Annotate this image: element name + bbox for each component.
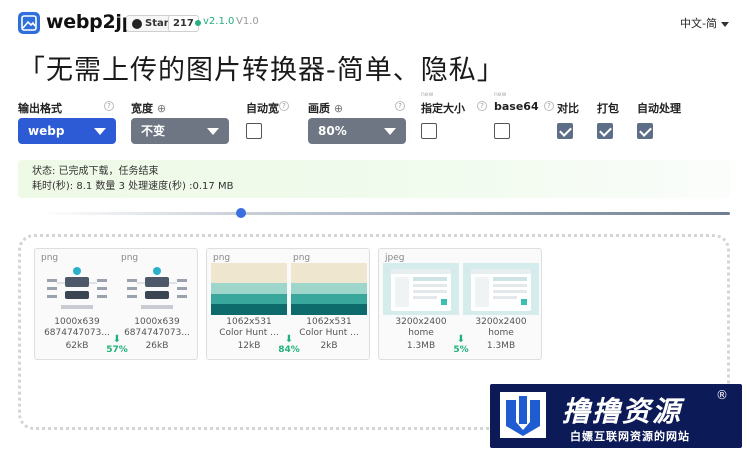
format-label: jpeg <box>385 253 405 263</box>
language-label: 中文-简 <box>680 17 717 30</box>
pack-label: 打包 <box>597 102 619 115</box>
compression-percent: 5% <box>453 345 469 355</box>
result-card[interactable]: png 1000x639 6874747073... 62kB png 1000… <box>34 248 198 360</box>
auto-process-checkbox[interactable] <box>637 123 653 139</box>
download-arrow-icon: ⬇ <box>112 334 122 345</box>
plus-circle-icon[interactable]: ⊕ <box>334 102 343 115</box>
watermark-banner: 撸撸资源 ® 白嫖互联网资源的网站 <box>490 384 742 448</box>
chevron-down-icon <box>94 128 106 135</box>
output-format-select[interactable]: webp <box>18 118 116 144</box>
compression-percent: 57% <box>106 345 128 355</box>
help-icon[interactable]: ? <box>395 101 405 111</box>
result-card[interactable]: png 1062x531 Color Hunt ... 12kB png 106… <box>206 248 370 360</box>
chevron-down-icon <box>384 128 396 135</box>
width-value: 不变 <box>141 124 166 138</box>
base64-checkbox[interactable] <box>494 123 510 139</box>
pack-checkbox[interactable] <box>597 123 613 139</box>
quality-label: 画质 ⊕ <box>308 102 344 115</box>
format-label: png <box>121 253 139 263</box>
compare-label: 对比 <box>557 102 579 115</box>
image-dimensions: 3200x2400 <box>395 317 447 327</box>
target-size-checkbox[interactable] <box>421 123 437 139</box>
plus-circle-icon[interactable]: ⊕ <box>157 102 166 115</box>
help-icon[interactable]: ? <box>104 101 114 111</box>
auto-width-checkbox[interactable] <box>246 123 262 139</box>
compression-ratio[interactable]: ⬇ 84% <box>272 334 306 356</box>
compare-slider-thumb[interactable] <box>236 208 246 218</box>
help-icon[interactable]: ? <box>477 101 487 111</box>
target-size-label: 指定大小 <box>421 102 465 115</box>
watermark-title: 撸撸资源 <box>562 395 683 428</box>
version-status-dot <box>195 20 201 26</box>
image-thumbnail[interactable] <box>291 263 367 315</box>
github-icon <box>132 18 142 29</box>
new-badge: new <box>421 91 434 98</box>
image-dimensions: 1062x531 <box>226 317 272 327</box>
auto-width-label: 自动宽 <box>246 102 279 115</box>
base64-label: base64 <box>494 100 539 113</box>
image-thumbnail[interactable] <box>211 263 287 315</box>
quality-value: 80% <box>318 124 347 138</box>
help-icon[interactable]: ? <box>544 101 554 111</box>
timing-line: 耗时(秒): 8.1 数量 3 处理速度(秒) :0.17 MB <box>32 181 234 192</box>
image-thumbnail[interactable] <box>119 263 195 315</box>
watermark-logo-icon <box>500 392 546 438</box>
format-label: png <box>213 253 231 263</box>
result-card[interactable]: jpeg 3200x2400 home 1.3MB 3200x2400 home… <box>378 248 542 360</box>
image-thumbnail[interactable] <box>383 263 459 315</box>
version-current-link[interactable]: V1.0 <box>236 16 259 27</box>
compare-checkbox[interactable] <box>557 123 573 139</box>
app-header: webp2jpg Star 217 v2.1.0 V1.0 中文-简 <box>0 0 750 44</box>
format-label: png <box>41 253 59 263</box>
image-dimensions: 1000x639 <box>54 317 100 327</box>
chevron-down-icon <box>720 21 729 27</box>
compression-ratio[interactable]: ⬇ 5% <box>444 334 478 356</box>
quality-select[interactable]: 80% <box>308 118 406 144</box>
watermark-subtitle: 白嫖互联网资源的网站 <box>570 430 690 443</box>
width-select[interactable]: 不变 <box>131 118 229 144</box>
download-arrow-icon: ⬇ <box>284 334 294 345</box>
webp2jpg-logo-icon[interactable] <box>18 12 40 34</box>
status-panel: 状态: 已完成下载，任务结束 耗时(秒): 8.1 数量 3 处理速度(秒) :… <box>18 160 730 198</box>
output-format-value: webp <box>28 124 65 138</box>
compare-slider-track[interactable] <box>40 212 730 215</box>
version-new-link[interactable]: v2.1.0 <box>203 16 234 27</box>
image-thumbnail[interactable] <box>463 263 539 315</box>
format-label: png <box>293 253 311 263</box>
compression-percent: 84% <box>278 345 300 355</box>
language-select[interactable]: 中文-简 <box>680 15 729 31</box>
github-star-label: Star <box>145 18 169 29</box>
image-dimensions: 3200x2400 <box>475 317 527 327</box>
help-icon[interactable]: ? <box>279 101 289 111</box>
new-badge: new <box>494 91 507 98</box>
image-dimensions: 1000x639 <box>134 317 180 327</box>
registered-mark: ® <box>716 388 728 402</box>
page-tagline: 「无需上传的图片转换器-简单、隐私」 <box>18 55 505 86</box>
image-thumbnail[interactable] <box>39 263 115 315</box>
output-format-label: 输出格式 <box>18 102 62 115</box>
download-arrow-icon: ⬇ <box>456 334 466 345</box>
image-dimensions: 1062x531 <box>306 317 352 327</box>
status-line: 状态: 已完成下载，任务结束 <box>32 166 159 177</box>
auto-process-label: 自动处理 <box>637 102 681 115</box>
width-label: 宽度 ⊕ <box>131 102 167 115</box>
chevron-down-icon <box>207 128 219 135</box>
compression-ratio[interactable]: ⬇ 57% <box>100 334 134 356</box>
